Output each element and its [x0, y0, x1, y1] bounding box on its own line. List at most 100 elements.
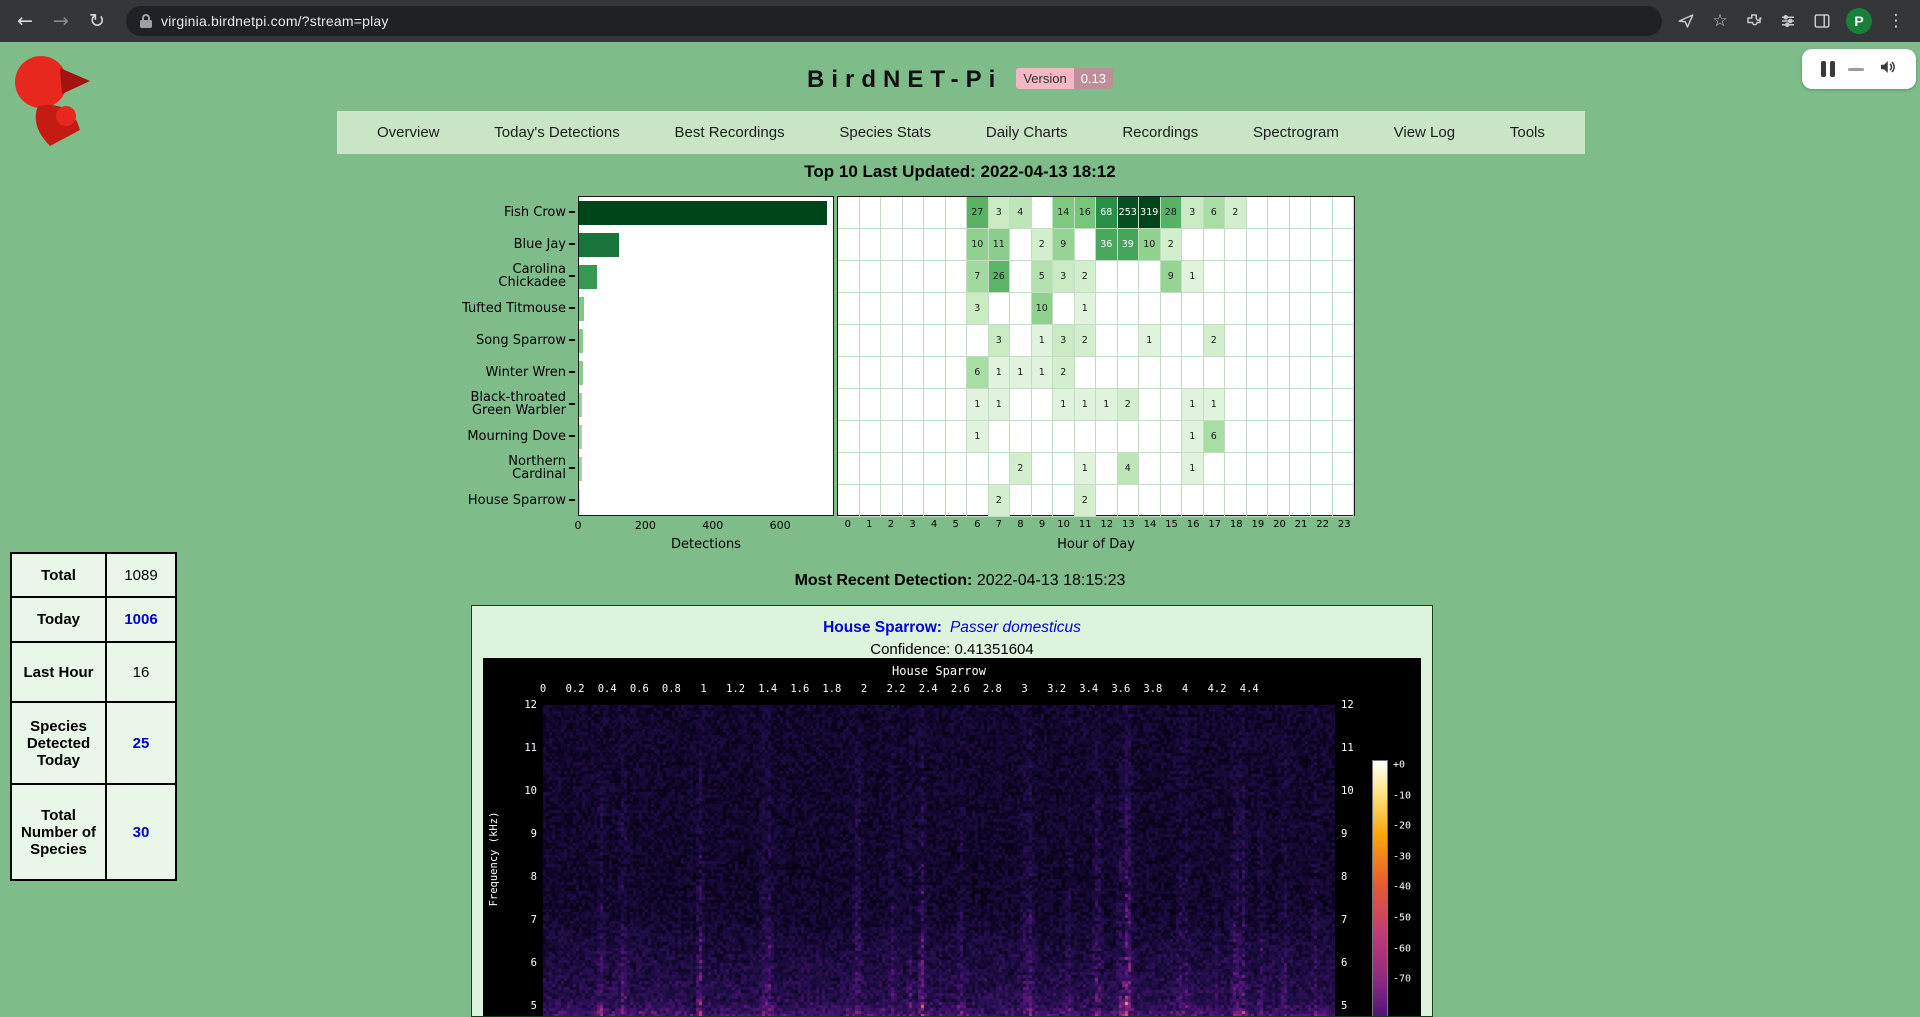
nav-item-recordings[interactable]: Recordings	[1118, 118, 1202, 147]
bar-row	[579, 197, 833, 229]
recent-label: Most Recent Detection:	[795, 572, 973, 589]
species-label: Northern Cardinal	[508, 455, 566, 481]
nav-item-overview[interactable]: Overview	[373, 118, 444, 147]
hour-tick-label: 15	[1161, 519, 1183, 535]
nav-item-spectrogram[interactable]: Spectrogram	[1249, 118, 1343, 147]
nav-item-view-log[interactable]: View Log	[1390, 118, 1459, 147]
heatmap-cell	[1290, 325, 1312, 357]
heatmap-cell: 1	[1096, 389, 1118, 421]
time-tick-label: 0	[540, 683, 546, 695]
nav-item-daily-charts[interactable]: Daily Charts	[982, 118, 1072, 147]
browser-menu-icon[interactable]: ⋮	[1886, 11, 1906, 31]
heatmap-row: 22	[838, 485, 1354, 517]
heatmap-cell	[860, 421, 882, 453]
heatmap-cell	[1204, 357, 1226, 389]
detections-bar	[579, 233, 619, 257]
time-tick-label: 3.2	[1047, 683, 1066, 695]
heatmap-cell	[946, 229, 968, 261]
heatmap-cell	[903, 293, 925, 325]
heatmap-cell	[1118, 293, 1140, 325]
heatmap-cell	[903, 197, 925, 229]
bookmark-star-icon[interactable]: ☆	[1710, 11, 1730, 31]
heatmap-row: 72653291	[838, 261, 1354, 293]
db-tick-label: -60	[1393, 943, 1411, 954]
heatmap-cell	[1032, 389, 1054, 421]
side-panel-icon[interactable]	[1812, 11, 1832, 31]
time-tick-label: 2.2	[887, 683, 906, 695]
time-tick-label: 4	[1182, 683, 1188, 695]
table-row: Today 1006	[11, 597, 176, 642]
frequency-tick-label: 12	[483, 699, 537, 711]
table-row: Species Detected Today 25	[11, 702, 176, 784]
species-label: Fish Crow	[504, 206, 566, 219]
heatmap-cell	[1225, 421, 1247, 453]
heatmap-row: 1011293639102	[838, 229, 1354, 261]
heatmap-row: 116	[838, 421, 1354, 453]
heatmap-cell	[1247, 485, 1269, 517]
send-icon[interactable]	[1676, 11, 1696, 31]
heatmap-cell	[903, 261, 925, 293]
lock-icon	[140, 14, 152, 28]
nav-item-tools[interactable]: Tools	[1506, 118, 1549, 147]
heatmap-cell: 1	[1075, 389, 1097, 421]
detection-species-link[interactable]: House Sparrow:	[823, 619, 942, 636]
stat-value-today[interactable]: 1006	[106, 597, 176, 642]
species-label-row: Mourning Dove	[443, 420, 575, 452]
heatmap-cell	[1225, 229, 1247, 261]
time-tick-label: 3.6	[1111, 683, 1130, 695]
time-tick-label: 0.6	[630, 683, 649, 695]
species-label: Black-throated Green Warbler	[470, 391, 566, 417]
back-icon[interactable]: ←	[10, 6, 40, 36]
bar-axis-ticks: 0200400600	[578, 519, 834, 535]
frequency-tick-label: 7	[1341, 914, 1371, 926]
pause-button[interactable]	[1821, 61, 1835, 77]
heatmap-cell: 2	[989, 485, 1011, 517]
species-label: Blue Jay	[514, 238, 566, 251]
heatmap-cell: 9	[1053, 229, 1075, 261]
table-row: Last Hour 16	[11, 642, 176, 702]
volume-icon[interactable]	[1877, 58, 1897, 81]
heatmap-cell: 2	[1118, 389, 1140, 421]
reload-icon[interactable]: ↻	[82, 6, 112, 36]
heatmap-cell: 253	[1118, 197, 1140, 229]
seek-bar[interactable]	[1848, 68, 1864, 71]
heatmap-cell	[1333, 389, 1355, 421]
heatmap-cell	[1032, 197, 1054, 229]
db-tick-label: -30	[1393, 851, 1411, 862]
heatmap-cell	[1010, 389, 1032, 421]
frequency-tick-label: 8	[1341, 871, 1371, 883]
heatmap-cell: 4	[1118, 453, 1140, 485]
heatmap-cell: 1	[967, 421, 989, 453]
heatmap-cell	[924, 485, 946, 517]
version-label: Version	[1016, 68, 1073, 89]
nav-item-species-stats[interactable]: Species Stats	[835, 118, 935, 147]
heatmap-cell	[1225, 485, 1247, 517]
url-text[interactable]: virginia.birdnetpi.com/?stream=play	[161, 13, 389, 29]
heatmap-cell: 1	[989, 357, 1011, 389]
time-tick-label: 0.2	[566, 683, 585, 695]
hour-tick-label: 0	[837, 519, 859, 535]
stat-value-total-species[interactable]: 30	[106, 784, 176, 880]
hour-tick-label: 21	[1290, 519, 1312, 535]
profile-avatar[interactable]: P	[1846, 8, 1872, 34]
heatmap-cell	[1075, 357, 1097, 389]
heatmap-cell	[1311, 293, 1333, 325]
species-label-row: Carolina Chickadee	[443, 260, 575, 292]
heatmap-cell	[1032, 421, 1054, 453]
heatmap-cell	[1247, 197, 1269, 229]
heatmap-row: 2141	[838, 453, 1354, 485]
extensions-icon[interactable]	[1744, 11, 1764, 31]
nav-item-todays-detections[interactable]: Today's Detections	[490, 118, 623, 147]
forward-icon[interactable]: →	[46, 6, 76, 36]
heatmap-row: 61112	[838, 357, 1354, 389]
stat-value-species-today[interactable]: 25	[106, 702, 176, 784]
axis-tick	[569, 467, 575, 469]
heatmap-cell	[903, 325, 925, 357]
media-controls-icon[interactable]	[1778, 11, 1798, 31]
heatmap-cell	[860, 453, 882, 485]
bar-tick-label: 200	[635, 519, 656, 532]
detections-bar	[579, 297, 584, 321]
nav-item-best-recordings[interactable]: Best Recordings	[671, 118, 789, 147]
time-tick-label: 2	[861, 683, 867, 695]
address-bar[interactable]: virginia.birdnetpi.com/?stream=play	[126, 6, 1662, 36]
